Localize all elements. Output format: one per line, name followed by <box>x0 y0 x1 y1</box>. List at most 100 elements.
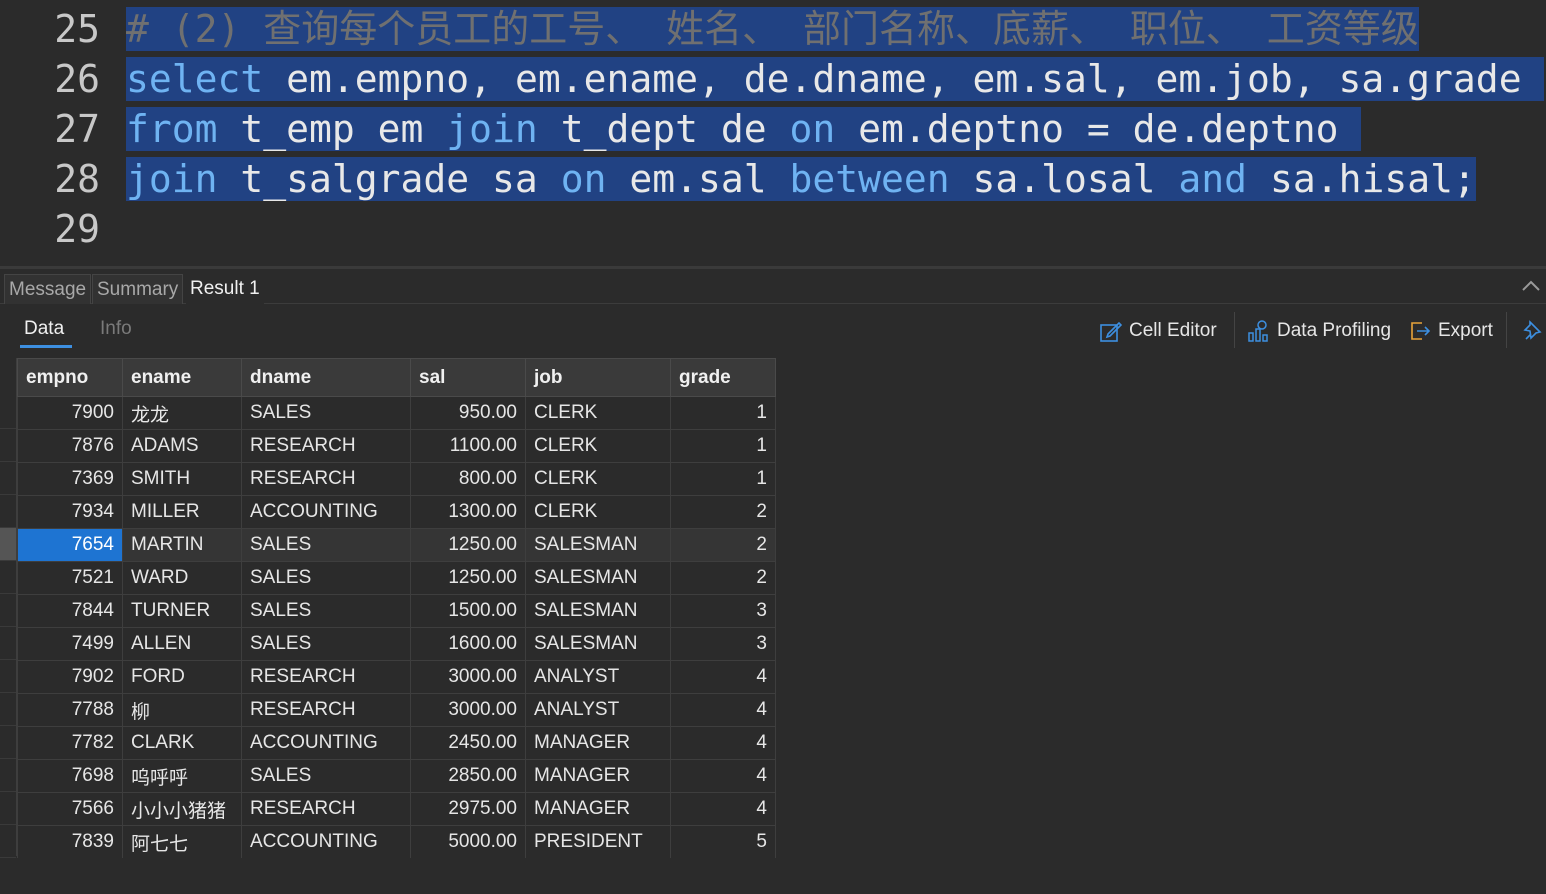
cell-editor-button[interactable]: Cell Editor <box>1099 316 1217 346</box>
tab-result-1[interactable]: Result 1 <box>186 274 264 304</box>
cell-grade[interactable]: 4 <box>670 660 776 694</box>
sql-editor[interactable]: 25 26 27 28 29 # (2) 查询每个员工的工号、 姓名、 部门名称、底薪、… <box>0 0 1546 268</box>
cell-ename[interactable]: MILLER <box>122 495 242 529</box>
cell-ename[interactable]: ADAMS <box>122 429 242 463</box>
cell-job[interactable]: CLERK <box>525 396 671 430</box>
code-line[interactable]: join t_salgrade sa on em.sal between sa.… <box>126 154 1476 204</box>
cell-job[interactable]: SALESMAN <box>525 594 671 628</box>
table-row[interactable]: 7369 SMITH RESEARCH 800.00 CLERK 1 <box>17 462 776 496</box>
cell-ename[interactable]: MARTIN <box>122 528 242 562</box>
cell-sal[interactable]: 950.00 <box>410 396 526 430</box>
cell-dname[interactable]: RESEARCH <box>241 693 411 727</box>
cell-job[interactable]: SALESMAN <box>525 627 671 661</box>
cell-grade[interactable]: 4 <box>670 759 776 793</box>
cell-job[interactable]: ANALYST <box>525 693 671 727</box>
table-row[interactable]: 7566 小小小猪猪 RESEARCH 2975.00 MANAGER 4 <box>17 792 776 826</box>
table-row[interactable]: 7782 CLARK ACCOUNTING 2450.00 MANAGER 4 <box>17 726 776 760</box>
cell-dname[interactable]: SALES <box>241 759 411 793</box>
table-row[interactable]: 7839 阿七七 ACCOUNTING 5000.00 PRESIDENT 5 <box>17 825 776 859</box>
row-marker[interactable] <box>0 561 16 594</box>
result-grid[interactable]: empno ename dname sal job grade 7900 龙龙 SALES 95… <box>17 358 776 859</box>
cell-dname[interactable]: RESEARCH <box>241 429 411 463</box>
table-row[interactable]: 7844 TURNER SALES 1500.00 SALESMAN 3 <box>17 594 776 628</box>
column-header-grade[interactable]: grade <box>670 358 776 397</box>
cell-empno[interactable]: 7369 <box>17 462 123 496</box>
row-marker[interactable] <box>0 660 16 693</box>
pin-icon[interactable] <box>1522 316 1544 346</box>
row-marker[interactable] <box>0 594 16 627</box>
cell-dname[interactable]: ACCOUNTING <box>241 495 411 529</box>
cell-sal[interactable]: 1600.00 <box>410 627 526 661</box>
cell-ename[interactable]: CLARK <box>122 726 242 760</box>
cell-empno[interactable]: 7566 <box>17 792 123 826</box>
cell-ename[interactable]: ALLEN <box>122 627 242 661</box>
column-header-sal[interactable]: sal <box>410 358 526 397</box>
cell-sal[interactable]: 1500.00 <box>410 594 526 628</box>
cell-sal[interactable]: 2975.00 <box>410 792 526 826</box>
cell-empno[interactable]: 7844 <box>17 594 123 628</box>
cell-sal[interactable]: 2450.00 <box>410 726 526 760</box>
cell-dname[interactable]: SALES <box>241 627 411 661</box>
cell-job[interactable]: PRESIDENT <box>525 825 671 859</box>
cell-ename[interactable]: 小小小猪猪 <box>122 792 242 826</box>
cell-grade[interactable]: 3 <box>670 594 776 628</box>
cell-dname[interactable]: SALES <box>241 396 411 430</box>
table-row[interactable]: 7934 MILLER ACCOUNTING 1300.00 CLERK 2 <box>17 495 776 529</box>
cell-empno[interactable]: 7698 <box>17 759 123 793</box>
row-marker[interactable] <box>0 495 16 528</box>
subtab-data[interactable]: Data <box>24 318 64 340</box>
row-marker[interactable] <box>0 792 16 825</box>
cell-ename[interactable]: SMITH <box>122 462 242 496</box>
cell-sal[interactable]: 800.00 <box>410 462 526 496</box>
cell-grade[interactable]: 1 <box>670 462 776 496</box>
cell-sal[interactable]: 1300.00 <box>410 495 526 529</box>
cell-grade[interactable]: 2 <box>670 561 776 595</box>
column-header-job[interactable]: job <box>525 358 671 397</box>
table-row[interactable]: 7788 柳 RESEARCH 3000.00 ANALYST 4 <box>17 693 776 727</box>
cell-empno[interactable]: 7782 <box>17 726 123 760</box>
cell-ename[interactable]: 呜呼呼 <box>122 759 242 793</box>
cell-sal[interactable]: 1100.00 <box>410 429 526 463</box>
tab-summary[interactable]: Summary <box>92 274 184 305</box>
cell-ename[interactable]: FORD <box>122 660 242 694</box>
row-marker[interactable] <box>0 693 16 726</box>
cell-empno[interactable]: 7934 <box>17 495 123 529</box>
table-row[interactable]: 7698 呜呼呼 SALES 2850.00 MANAGER 4 <box>17 759 776 793</box>
cell-job[interactable]: CLERK <box>525 495 671 529</box>
table-row[interactable]: 7521 WARD SALES 1250.00 SALESMAN 2 <box>17 561 776 595</box>
cell-ename[interactable]: 龙龙 <box>122 396 242 430</box>
cell-job[interactable]: CLERK <box>525 462 671 496</box>
cell-ename[interactable]: 柳 <box>122 693 242 727</box>
code-line[interactable]: # (2) 查询每个员工的工号、 姓名、 部门名称、底薪、 职位、 工资等级 <box>126 4 1419 54</box>
cell-job[interactable]: CLERK <box>525 429 671 463</box>
row-marker[interactable] <box>0 396 16 429</box>
cell-dname[interactable]: SALES <box>241 594 411 628</box>
table-row[interactable]: 7876 ADAMS RESEARCH 1100.00 CLERK 1 <box>17 429 776 463</box>
row-marker[interactable] <box>0 759 16 792</box>
column-header-dname[interactable]: dname <box>241 358 411 397</box>
data-profiling-button[interactable]: Data Profiling <box>1247 316 1391 346</box>
table-row[interactable]: 7499 ALLEN SALES 1600.00 SALESMAN 3 <box>17 627 776 661</box>
cell-sal[interactable]: 3000.00 <box>410 693 526 727</box>
cell-job[interactable]: SALESMAN <box>525 561 671 595</box>
row-marker[interactable] <box>0 627 16 660</box>
cell-grade[interactable]: 4 <box>670 792 776 826</box>
cell-grade[interactable]: 5 <box>670 825 776 859</box>
cell-dname[interactable]: RESEARCH <box>241 792 411 826</box>
cell-job[interactable]: MANAGER <box>525 759 671 793</box>
table-row[interactable]: 7654 MARTIN SALES 1250.00 SALESMAN 2 <box>17 528 776 562</box>
table-row[interactable]: 7900 龙龙 SALES 950.00 CLERK 1 <box>17 396 776 430</box>
cell-grade[interactable]: 2 <box>670 495 776 529</box>
cell-empno[interactable]: 7876 <box>17 429 123 463</box>
cell-empno[interactable]: 7654 <box>17 528 123 562</box>
code-line[interactable]: select em.empno, em.ename, de.dname, em.… <box>126 54 1545 104</box>
row-marker[interactable] <box>0 528 16 561</box>
cell-job[interactable]: MANAGER <box>525 792 671 826</box>
row-marker[interactable] <box>0 726 16 759</box>
export-button[interactable]: Export <box>1408 316 1493 346</box>
subtab-info[interactable]: Info <box>100 318 132 340</box>
cell-dname[interactable]: RESEARCH <box>241 660 411 694</box>
cell-job[interactable]: SALESMAN <box>525 528 671 562</box>
cell-sal[interactable]: 1250.00 <box>410 528 526 562</box>
column-header-ename[interactable]: ename <box>122 358 242 397</box>
